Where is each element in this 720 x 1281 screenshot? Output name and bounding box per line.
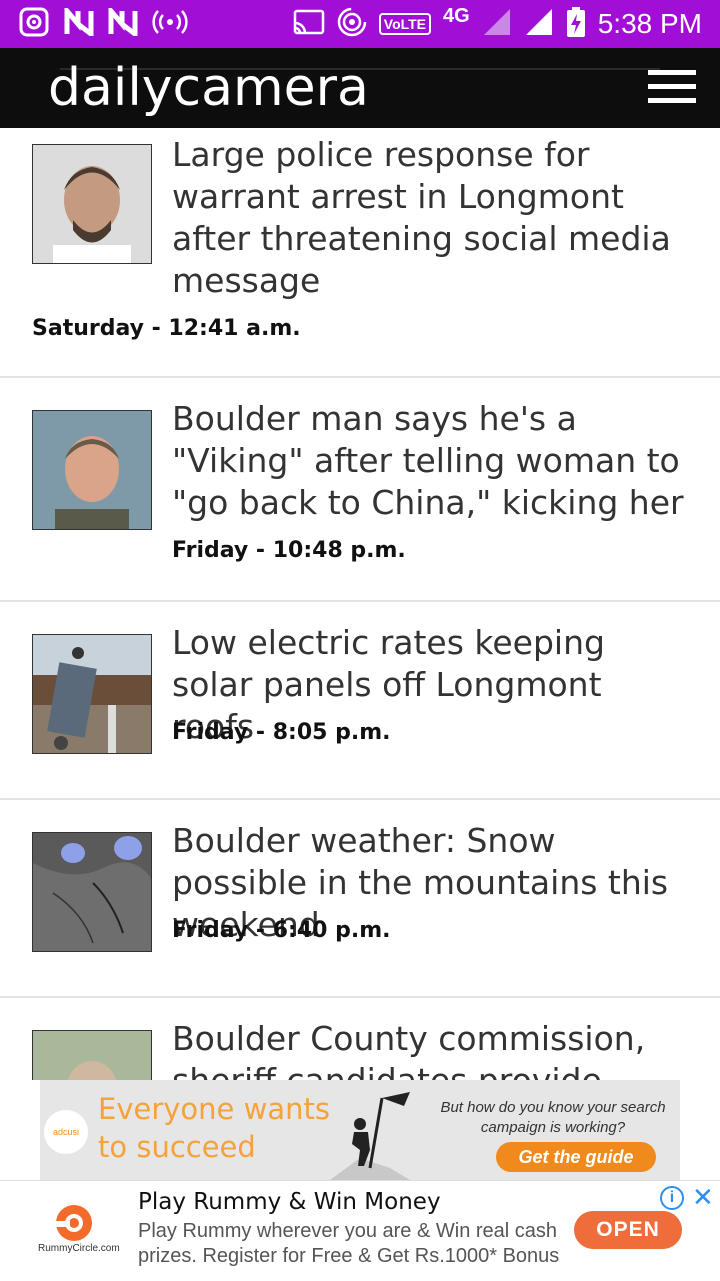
ad-brand-name: RummyCircle.com [38,1243,120,1254]
ad-description: Play Rummy wherever you are & Win real c… [138,1220,560,1267]
article-item[interactable]: Boulder man says he's a "Viking" after t… [0,378,720,602]
article-thumbnail[interactable] [32,410,152,530]
site-logo[interactable]: dailycamera [48,58,369,118]
battery-charging-icon [566,6,586,43]
status-left-icons [0,3,188,43]
banner-ad[interactable]: adcusi Everyone wants to succeed But how… [40,1080,680,1180]
ad-info-icon[interactable]: i [660,1186,684,1210]
article-timestamp: Saturday - 12:41 a.m. [32,316,301,341]
network-type: 4G [443,4,470,27]
ad-question: But how do you know your search campaign… [440,1099,666,1136]
article-timestamp: Friday - 8:05 p.m. [172,720,391,745]
article-headline[interactable]: Boulder County commission, sheriff candi… [172,1018,692,1080]
status-bar: VoLTE 4G 5:38 PM [0,0,720,48]
article-thumbnail[interactable] [32,832,152,952]
article-item[interactable]: Large police response for warrant arrest… [0,128,720,378]
cast-icon [293,9,325,40]
hotspot-icon [152,8,188,41]
signal-icon [482,7,512,42]
article-thumbnail[interactable] [32,1030,152,1080]
hamburger-menu-icon[interactable] [648,70,696,104]
article-thumbnail[interactable] [32,144,152,264]
app-icon [18,6,50,43]
ad-title[interactable]: Play Rummy & Win Money [138,1189,441,1215]
hiker-flag-icon [330,1092,410,1180]
article-item[interactable]: Boulder weather: Snow possible in the mo… [0,800,720,998]
ad-brand-logo: adcusi [44,1110,88,1154]
n-icon [64,3,94,41]
article-timestamp: Friday - 10:48 p.m. [172,538,406,563]
article-headline[interactable]: Large police response for warrant arrest… [172,134,692,302]
status-right-icons: VoLTE 4G 5:38 PM [293,4,720,43]
native-ad[interactable]: RummyCircle.com Play Rummy & Win Money P… [0,1180,720,1281]
article-headline[interactable]: Boulder man says he's a "Viking" after t… [172,398,692,524]
ad-close-icon[interactable]: ✕ [692,1183,714,1213]
article-item[interactable]: Boulder County commission, sheriff candi… [0,998,720,1080]
article-thumbnail[interactable] [32,634,152,754]
n-icon [108,3,138,41]
article-timestamp: Friday - 6:40 p.m. [172,918,391,943]
volte-badge: VoLTE [378,13,432,35]
clock: 5:38 PM [597,8,702,39]
ad-headline-1: Everyone wants [98,1092,330,1126]
article-feed[interactable]: Large police response for warrant arrest… [0,128,720,1080]
ad-headline-2: to succeed [98,1130,256,1164]
app-header: dailycamera [0,48,720,128]
open-button[interactable]: OPEN [574,1211,682,1249]
signal-icon [524,7,554,42]
get-guide-button[interactable]: Get the guide [496,1142,656,1172]
article-item[interactable]: Low electric rates keeping solar panels … [0,602,720,800]
wifi-hotspot-icon [337,7,367,42]
